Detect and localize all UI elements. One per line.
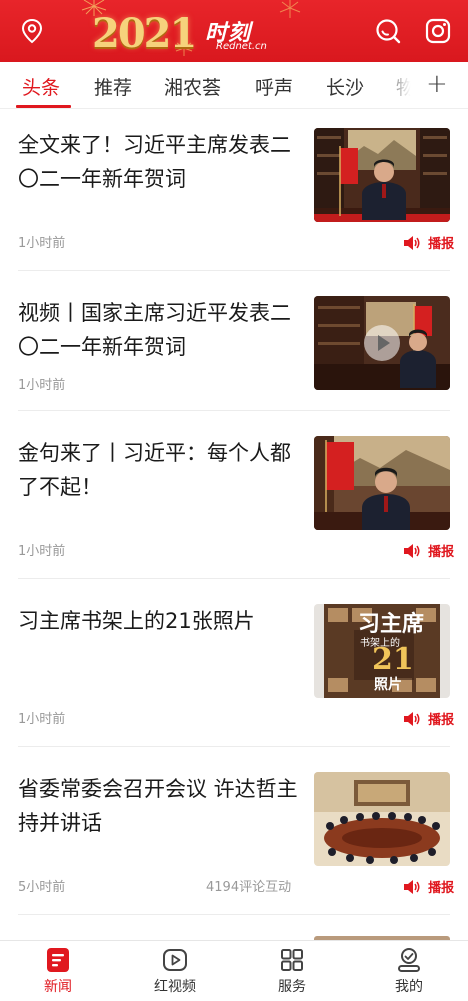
video-thumbnail[interactable] — [314, 296, 450, 390]
nav-news[interactable]: 新闻 — [18, 947, 98, 996]
speaker-icon — [404, 543, 420, 558]
nav-profile[interactable]: 我的 — [369, 947, 449, 996]
broadcast-label: 播报 — [428, 545, 455, 560]
thumb-number: 21 — [372, 642, 414, 677]
broadcast-label: 播报 — [428, 237, 455, 252]
nav-label: 红视频 — [154, 979, 196, 995]
thumbnail-image — [314, 772, 450, 866]
comment-count: 4194评论互动 — [206, 880, 292, 895]
article-title[interactable]: 全文来了！习近平主席发表二〇二一年新年贺词 — [18, 128, 298, 196]
profile-icon — [398, 948, 420, 972]
active-tab-indicator — [16, 105, 71, 108]
article-title[interactable]: 视频丨国家主席习近平发表二〇二一年新年贺词 — [18, 296, 298, 364]
year-logo: 2021 — [92, 10, 197, 57]
tab-voices[interactable]: 呼声 — [255, 73, 293, 100]
speaker-icon — [404, 235, 420, 250]
article-time: 1小时前 — [18, 378, 66, 393]
nav-services[interactable]: 服务 — [252, 947, 332, 996]
broadcast-button[interactable]: 播报 — [403, 232, 455, 252]
news-icon — [47, 948, 69, 972]
services-grid-icon — [281, 949, 303, 971]
search-icon[interactable] — [374, 17, 402, 45]
nav-label: 我的 — [395, 979, 423, 995]
broadcast-button[interactable]: 播报 — [403, 708, 455, 728]
tab-recommended[interactable]: 推荐 — [94, 73, 132, 100]
speaker-icon — [404, 879, 420, 894]
video-play-icon — [163, 949, 187, 971]
article-thumbnail[interactable] — [314, 772, 450, 866]
divider — [18, 914, 450, 915]
bottom-navigation: 新闻 红视频 服务 我的 — [0, 940, 468, 1001]
article-thumbnail[interactable] — [314, 436, 450, 530]
article-time: 5小时前 — [18, 880, 66, 895]
article-thumbnail[interactable] — [314, 128, 450, 222]
location-icon[interactable] — [18, 17, 46, 45]
broadcast-label: 播报 — [428, 713, 455, 728]
speaker-icon — [404, 711, 420, 726]
play-icon[interactable] — [364, 325, 400, 361]
article-title[interactable]: 习主席书架上的21张照片 — [18, 604, 298, 638]
article-time: 1小时前 — [18, 236, 66, 251]
tab-xiangnonghui[interactable]: 湘农荟 — [164, 73, 221, 100]
broadcast-button[interactable]: 播报 — [403, 540, 455, 560]
article-title[interactable]: 省委常委会召开会议 许达哲主持并讲话 — [18, 772, 298, 840]
article-time: 1小时前 — [18, 712, 66, 727]
tab-fade — [380, 62, 418, 108]
article-time: 1小时前 — [18, 544, 66, 559]
thumbnail-image — [314, 436, 450, 530]
nav-label: 服务 — [278, 979, 306, 995]
article-thumbnail[interactable]: 习主席 书架上的 21 照片 — [314, 604, 450, 698]
instagram-camera-icon[interactable] — [424, 17, 452, 45]
channel-tabs: 头条 推荐 湘农荟 呼声 长沙 物 + — [0, 62, 468, 109]
thumbnail-image — [314, 128, 450, 222]
article-title[interactable]: 金句来了丨习近平：每个人都了不起！ — [18, 436, 298, 504]
app-header: 2021 时刻 Rednet.cn — [0, 0, 468, 62]
nav-red-video[interactable]: 红视频 — [135, 947, 215, 996]
divider — [18, 410, 450, 411]
thumb-suffix: 照片 — [374, 677, 402, 693]
divider — [18, 578, 450, 579]
tab-headlines[interactable]: 头条 — [22, 73, 60, 100]
brand-subtitle: Rednet.cn — [216, 41, 267, 52]
divider — [18, 270, 450, 271]
broadcast-label: 播报 — [428, 881, 455, 896]
divider — [18, 746, 450, 747]
firework-decoration — [279, 0, 301, 18]
add-channel-button[interactable]: + — [426, 69, 448, 99]
nav-label: 新闻 — [44, 979, 72, 995]
tab-changsha[interactable]: 长沙 — [326, 73, 364, 100]
broadcast-button[interactable]: 播报 — [403, 876, 455, 896]
